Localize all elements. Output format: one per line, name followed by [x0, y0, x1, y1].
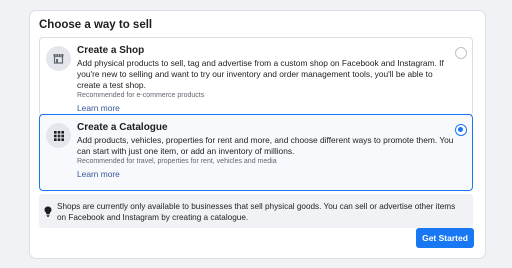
info-notice: Shops are currently only available to bu…	[39, 194, 473, 228]
option-recommendation: Recommended for travel, properties for r…	[77, 158, 277, 165]
learn-more-link[interactable]: Learn more	[77, 168, 120, 180]
catalogue-grid-icon	[46, 123, 71, 148]
notice-text: Shops are currently only available to bu…	[57, 202, 456, 222]
get-started-button[interactable]: Get Started	[416, 228, 474, 248]
choose-sell-method-card: Choose a way to sell Create a Shop Add p…	[30, 11, 485, 258]
radio-create-catalogue[interactable]	[455, 124, 467, 136]
option-create-catalogue[interactable]: Create a Catalogue Add products, vehicle…	[39, 114, 473, 191]
radio-create-shop[interactable]	[455, 47, 467, 59]
card-title: Choose a way to sell	[39, 19, 153, 31]
option-description: Add physical products to sell, tag and a…	[77, 58, 444, 90]
option-title: Create a Catalogue	[77, 122, 168, 133]
option-recommendation: Recommended for e-commerce products	[77, 92, 205, 99]
option-description: Add products, vehicles, properties for r…	[77, 135, 454, 156]
lightbulb-icon	[44, 204, 52, 222]
option-create-shop[interactable]: Create a Shop Add physical products to s…	[39, 37, 473, 116]
learn-more-link[interactable]: Learn more	[77, 102, 120, 114]
shop-icon	[46, 46, 71, 71]
option-title: Create a Shop	[77, 45, 145, 56]
